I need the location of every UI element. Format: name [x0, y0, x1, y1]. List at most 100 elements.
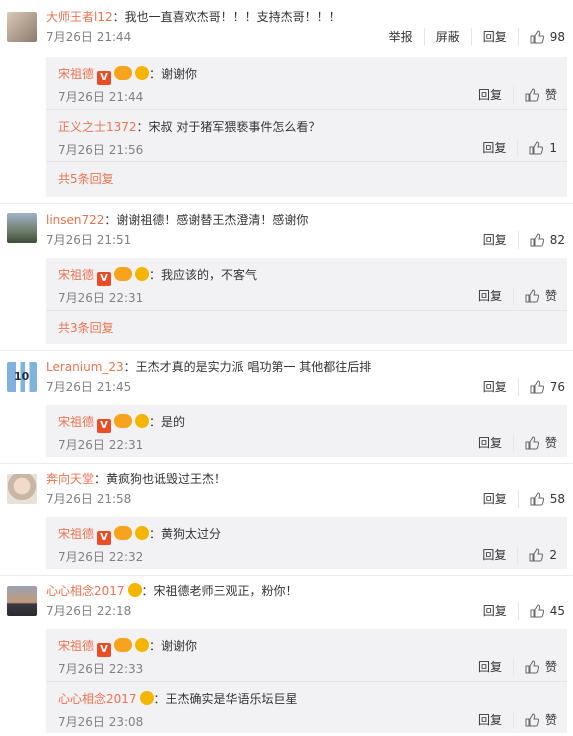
comment-time: 7月26日 21:58: [46, 492, 132, 506]
vip-badge-icon: [114, 66, 133, 80]
avatar[interactable]: [7, 586, 37, 616]
like-button[interactable]: 赞: [512, 287, 557, 305]
reply-text: ：王杰确实是华语乐坛巨星: [153, 692, 298, 706]
verified-badge-icon: V: [97, 531, 112, 545]
reply-username[interactable]: 宋祖德: [58, 415, 94, 429]
like-count: 赞: [544, 713, 557, 727]
reply-button[interactable]: 回复: [472, 231, 518, 249]
comment-time: 7月26日 21:51: [46, 233, 132, 247]
like-button[interactable]: 赞: [512, 658, 557, 676]
reply-button[interactable]: 回复: [471, 546, 517, 564]
like-button[interactable]: 58: [517, 490, 565, 508]
thumbs-up-icon: [529, 141, 544, 155]
like-count: 58: [549, 492, 565, 506]
reply-item: 宋祖德 V ：谢谢你 7月26日 22:33 回复 赞: [46, 629, 567, 681]
like-button[interactable]: 45: [517, 602, 565, 620]
comment-text: ：我也一直喜欢杰哥！！！支持杰哥！！！: [112, 10, 341, 24]
reply-time: 7月26日 22:33: [58, 662, 144, 676]
reply-time: 7月26日 21:56: [58, 143, 144, 157]
medal-badge-icon: [135, 638, 150, 652]
reply-text: ：黄狗太过分: [149, 527, 222, 541]
thumbs-up-icon: [525, 289, 540, 303]
reply-text: ：我应该的，不客气: [149, 268, 258, 282]
thumbs-up-icon: [530, 30, 544, 44]
like-button[interactable]: 82: [517, 231, 565, 249]
medal-badge-icon: [135, 267, 150, 281]
reply-username[interactable]: 宋祖德: [58, 527, 94, 541]
vip-badge-icon: [114, 526, 133, 540]
like-button[interactable]: 98: [517, 28, 565, 46]
reply-actions: 回复 赞: [467, 86, 557, 104]
verified-badge-icon: V: [97, 71, 112, 85]
comment-username[interactable]: 大师王者l12: [46, 10, 113, 24]
comment-username[interactable]: 奔向天堂: [46, 472, 94, 486]
reply-item: 宋祖德 V ：是的 7月26日 22:31 回复 赞: [46, 405, 567, 457]
avatar[interactable]: [7, 12, 37, 42]
like-button[interactable]: 2: [517, 546, 557, 564]
comment-text: ：谢谢祖德！感谢替王杰澄清！感谢你: [104, 213, 309, 227]
comment-actions: 回复 76: [472, 378, 565, 396]
comment-time: 7月26日 21:45: [46, 380, 132, 394]
avatar-number: 10: [14, 370, 30, 383]
thumbs-up-icon: [530, 380, 544, 394]
block-button[interactable]: 屏蔽: [423, 28, 471, 46]
reply-username[interactable]: 宋祖德: [58, 268, 94, 282]
like-count: 76: [549, 380, 565, 394]
avatar[interactable]: [7, 474, 37, 504]
like-button[interactable]: 赞: [512, 86, 557, 104]
more-replies-link[interactable]: 共3条回复: [58, 319, 114, 337]
reply-button[interactable]: 回复: [471, 139, 517, 157]
reply-time: 7月26日 22:32: [58, 550, 144, 564]
medal-badge-icon: [127, 583, 142, 597]
reply-button[interactable]: 回复: [472, 490, 518, 508]
reply-text: ：宋叔 对于猪军猥亵事件怎么看？: [136, 120, 321, 134]
like-button[interactable]: 76: [517, 378, 565, 396]
reply-box: 宋祖德 V ：谢谢你 7月26日 21:44 回复 赞 正义之士1372：宋叔 对于…: [46, 57, 567, 197]
reply-button[interactable]: 回复: [467, 287, 513, 305]
reply-button[interactable]: 回复: [467, 86, 513, 104]
reply-time: 7月26日 21:44: [58, 90, 144, 104]
comment-actions: 回复 58: [472, 490, 565, 508]
thumbs-up-icon: [525, 88, 540, 102]
reply-actions: 回复 赞: [467, 658, 557, 676]
reply-username[interactable]: 宋祖德: [58, 67, 94, 81]
reply-text: ：谢谢你: [149, 67, 198, 81]
comment-username[interactable]: Leranium_23: [46, 360, 124, 374]
medal-badge-icon: [135, 414, 150, 428]
reply-username[interactable]: 正义之士1372: [58, 120, 137, 134]
reply-actions: 回复 赞: [467, 287, 557, 305]
like-button[interactable]: 赞: [512, 711, 557, 729]
comment-actions: 举报 屏蔽 回复 98: [378, 28, 565, 46]
like-button[interactable]: 1: [517, 139, 557, 157]
reply-button[interactable]: 回复: [472, 602, 518, 620]
divider: [46, 310, 567, 311]
comment-time: 7月26日 22:18: [46, 604, 132, 618]
vip-badge-icon: [114, 414, 133, 428]
like-count: 45: [549, 604, 565, 618]
reply-time: 7月26日 22:31: [58, 291, 144, 305]
reply-button[interactable]: 回复: [467, 711, 513, 729]
reply-time: 7月26日 23:08: [58, 715, 144, 729]
verified-badge-icon: V: [97, 419, 112, 433]
report-button[interactable]: 举报: [378, 28, 424, 46]
more-replies-link[interactable]: 共5条回复: [58, 170, 114, 188]
reply-box: 宋祖德 V ：是的 7月26日 22:31 回复 赞: [46, 405, 567, 457]
comment-username[interactable]: 心心相念2017: [46, 584, 125, 598]
reply-button[interactable]: 回复: [472, 378, 518, 396]
avatar[interactable]: 10: [7, 362, 37, 392]
reply-item: 宋祖德 V ：谢谢你 7月26日 21:44 回复 赞: [46, 57, 567, 109]
reply-username[interactable]: 宋祖德: [58, 639, 94, 653]
like-button[interactable]: 赞: [512, 434, 557, 452]
reply-actions: 回复 赞: [467, 434, 557, 452]
reply-actions: 回复 1: [471, 139, 557, 157]
reply-button[interactable]: 回复: [467, 658, 513, 676]
reply-username[interactable]: 心心相念2017: [58, 692, 137, 706]
comment-username[interactable]: linsen722: [46, 213, 104, 227]
reply-button[interactable]: 回复: [470, 28, 518, 46]
reply-text: ：谢谢你: [149, 639, 198, 653]
reply-text: ：是的: [149, 415, 186, 429]
thumbs-up-icon: [529, 548, 544, 562]
avatar[interactable]: [7, 213, 37, 243]
reply-button[interactable]: 回复: [467, 434, 513, 452]
reply-box: 宋祖德 V ：谢谢你 7月26日 22:33 回复 赞 心心相念2017 ：王杰确实是…: [46, 629, 567, 733]
